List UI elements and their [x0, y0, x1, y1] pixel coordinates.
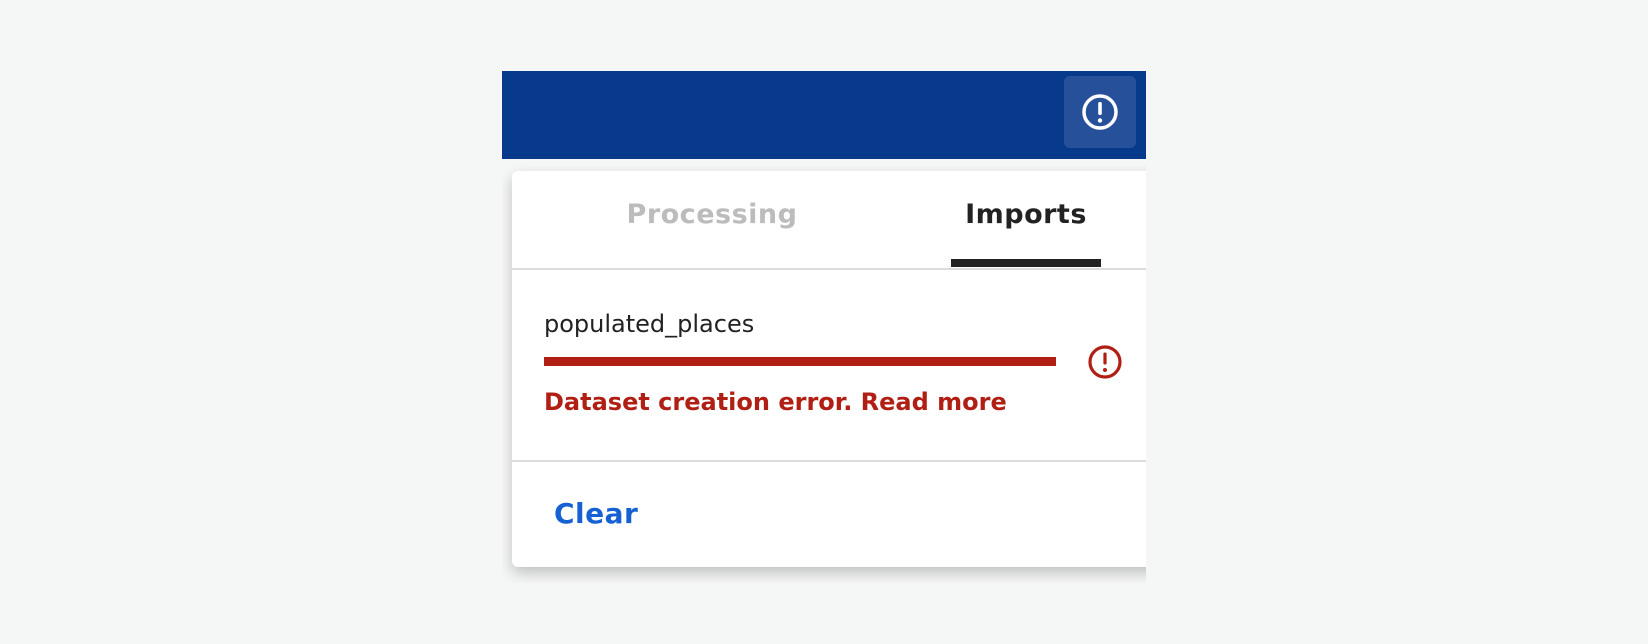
alert-circle-icon [1088, 345, 1122, 379]
import-progress-bar [544, 357, 1056, 366]
import-list-item: populated_places Dataset creation error.… [512, 270, 1146, 462]
imports-panel: Processing Imports populated_places Data… [512, 171, 1146, 567]
alert-circle-icon [1082, 94, 1118, 130]
clear-button[interactable]: Clear [554, 497, 638, 530]
import-error-message-link[interactable]: Dataset creation error. Read more [544, 388, 1007, 416]
notifications-button[interactable] [1064, 76, 1136, 148]
tab-imports[interactable]: Imports [951, 199, 1101, 268]
top-navigation-bar [502, 71, 1146, 159]
app-viewport: Processing Imports populated_places Data… [502, 71, 1146, 583]
import-progress-fill [544, 357, 1056, 366]
import-dataset-name: populated_places [544, 310, 755, 338]
panel-tabs: Processing Imports [512, 171, 1146, 270]
active-tab-indicator [951, 259, 1101, 267]
tab-processing[interactable]: Processing [617, 199, 807, 268]
